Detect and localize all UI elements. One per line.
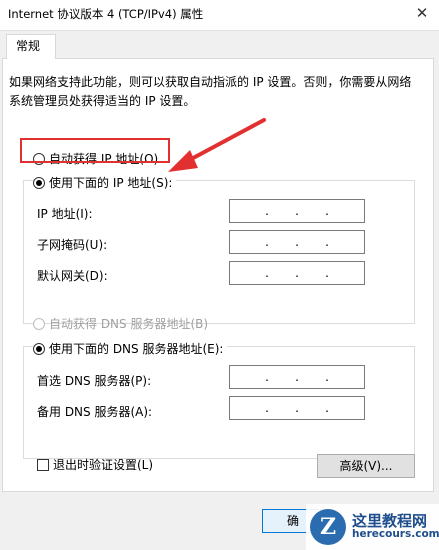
advanced-button[interactable]: 高级(V)...	[317, 454, 415, 478]
alternate-dns-input[interactable]: . . .	[229, 396, 365, 420]
dialog-body: 常规 如果网络支持此功能，则可以获取自动指派的 IP 设置。否则，你需要从网络系…	[0, 30, 439, 550]
ip-dot-2: .	[295, 370, 299, 384]
title-bar: Internet 协议版本 4 (TCP/IPv4) 属性 ✕	[0, 0, 439, 30]
default-gateway-input[interactable]: . . .	[229, 261, 365, 285]
auto-dns-label: 自动获得 DNS 服务器地址(B)	[49, 317, 209, 331]
ip-dot-1: .	[265, 235, 269, 249]
tab-general[interactable]: 常规	[6, 34, 56, 59]
ip-dot-2: .	[295, 204, 299, 218]
ip-dot-3: .	[325, 401, 329, 415]
radio-dot-selected	[33, 342, 45, 355]
auto-dns-radio[interactable]: 自动获得 DNS 服务器地址(B)	[33, 315, 208, 332]
radio-dot-selected	[33, 176, 45, 189]
ip-dot-1: .	[265, 370, 269, 384]
watermark-url: herecours.com	[352, 528, 439, 541]
ip-dot-2: .	[295, 266, 299, 280]
ip-dot-3: .	[325, 235, 329, 249]
manual-ip-label: 使用下面的 IP 地址(S):	[49, 176, 173, 190]
validate-on-exit-label: 退出时验证设置(L)	[53, 458, 154, 472]
window-title: Internet 协议版本 4 (TCP/IPv4) 属性	[8, 7, 204, 21]
manual-dns-label: 使用下面的 DNS 服务器地址(E):	[49, 342, 224, 356]
radio-dot-disabled	[33, 317, 45, 330]
ip-dot-3: .	[325, 266, 329, 280]
subnet-mask-input[interactable]: . . .	[229, 230, 365, 254]
ip-dot-2: .	[295, 235, 299, 249]
checkbox-box	[37, 458, 49, 471]
ip-dot-3: .	[325, 370, 329, 384]
description-text: 如果网络支持此功能，则可以获取自动指派的 IP 设置。否则，你需要从网络系统管理…	[9, 75, 412, 108]
manual-ip-radio[interactable]: 使用下面的 IP 地址(S):	[33, 174, 177, 191]
subnet-mask-label: 子网掩码(U):	[37, 238, 108, 252]
preferred-dns-label: 首选 DNS 服务器(P):	[37, 374, 152, 388]
watermark-logo-icon: Z	[310, 509, 346, 545]
preferred-dns-input[interactable]: . . .	[229, 365, 365, 389]
ip-dot-1: .	[265, 266, 269, 280]
manual-dns-radio[interactable]: 使用下面的 DNS 服务器地址(E):	[33, 340, 228, 357]
default-gateway-label: 默认网关(D):	[37, 269, 108, 283]
validate-on-exit-checkbox[interactable]: 退出时验证设置(L)	[37, 456, 153, 473]
watermark-text: 这里教程网 herecours.com	[352, 513, 439, 541]
ip-dot-3: .	[325, 204, 329, 218]
close-icon[interactable]: ✕	[407, 0, 437, 26]
site-watermark: Z 这里教程网 herecours.com	[306, 504, 439, 550]
ip-dot-2: .	[295, 401, 299, 415]
ip-dot-1: .	[265, 204, 269, 218]
watermark-name: 这里教程网	[352, 511, 428, 530]
ip-address-label: IP 地址(I):	[37, 207, 93, 221]
ip-dot-1: .	[265, 401, 269, 415]
highlight-box	[20, 138, 170, 163]
ip-address-input[interactable]: . . .	[229, 199, 365, 223]
annotation-arrow-icon	[168, 118, 266, 172]
alternate-dns-label: 备用 DNS 服务器(A):	[37, 405, 153, 419]
